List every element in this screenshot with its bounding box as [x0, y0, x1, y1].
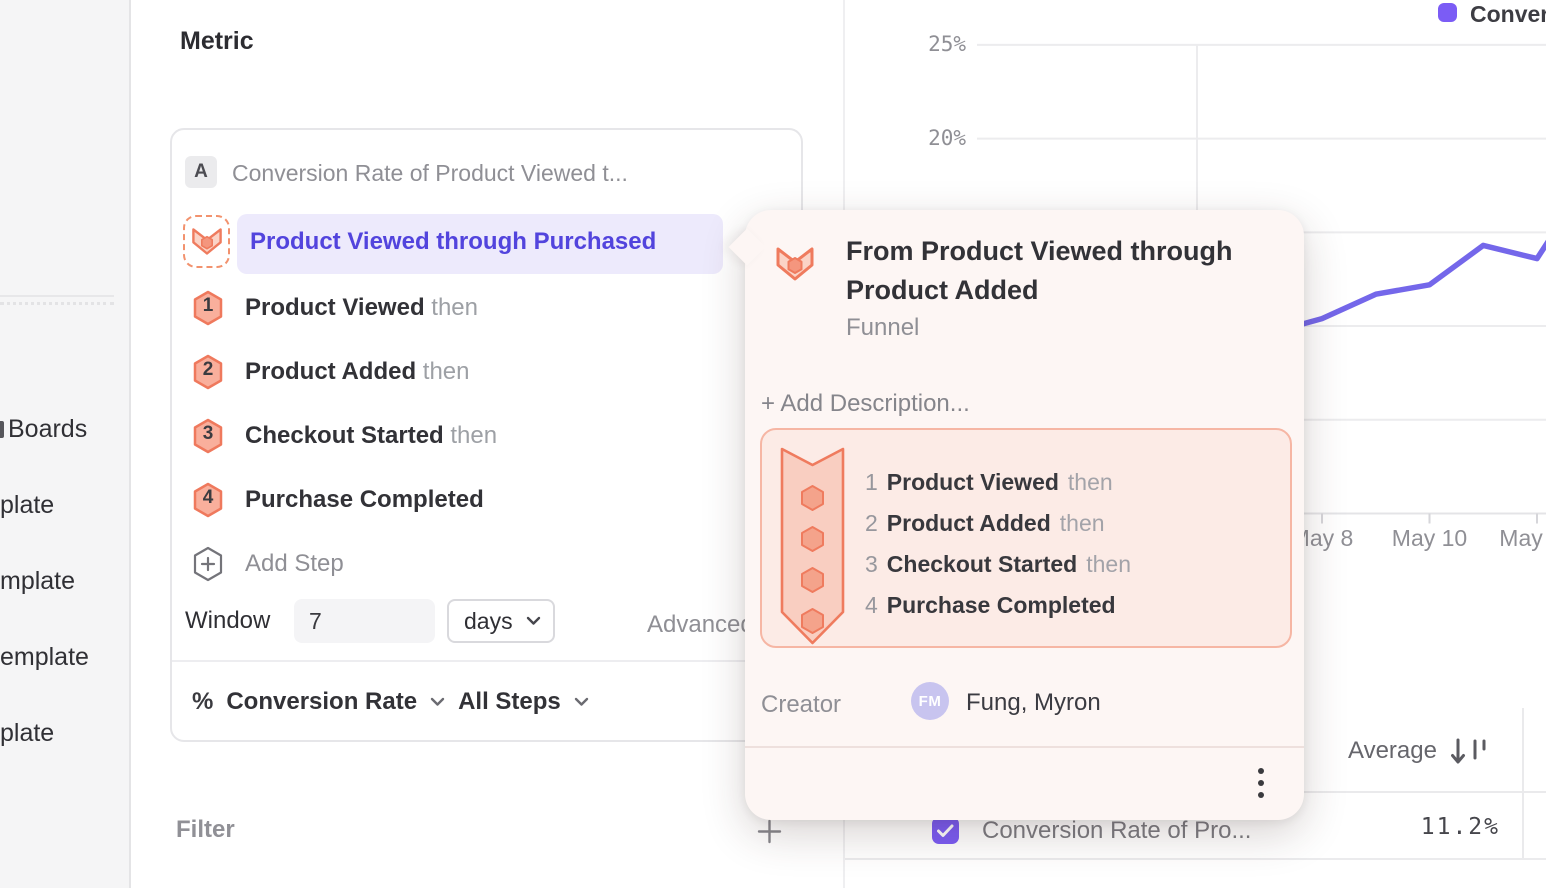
add-step-button[interactable]: Add Step	[245, 550, 344, 578]
step-3-label[interactable]: Checkout Started then	[245, 422, 497, 450]
table-column-divider	[1522, 708, 1524, 860]
legend-swatch	[1438, 3, 1457, 22]
funnel-icon-selected[interactable]	[183, 215, 230, 268]
creator-name: Fung, Myron	[966, 689, 1101, 717]
popover-step-2: 2Product Addedthen	[865, 510, 1105, 537]
funnel-shield-icon	[191, 227, 223, 256]
average-header-label: Average	[1348, 737, 1437, 765]
row-checkbox[interactable]	[932, 817, 959, 844]
app-root: { "colors": { "accent_purple": "#7b5cf5"…	[0, 0, 1546, 888]
sort-descending-icon[interactable]	[1451, 737, 1489, 765]
window-input[interactable]	[294, 599, 435, 643]
step-4-label[interactable]: Purchase Completed	[245, 486, 484, 514]
chevron-down-icon	[526, 616, 541, 626]
selected-funnel-name[interactable]: Product Viewed through Purchased	[250, 228, 656, 256]
sidebar-item-template-4[interactable]: plate	[0, 719, 54, 747]
window-unit-select[interactable]: days	[447, 599, 555, 643]
chevron-down-icon[interactable]	[574, 697, 589, 707]
funnel-ribbon-icon	[779, 445, 846, 652]
sidebar-divider	[0, 295, 114, 297]
card-divider	[172, 660, 801, 662]
y-axis-label: 20%	[876, 126, 966, 150]
window-label: Window	[185, 607, 270, 635]
step-4-badge: 4	[192, 482, 224, 518]
add-step-icon[interactable]	[192, 546, 224, 587]
sidebar-dotted-divider	[0, 302, 114, 305]
funnel-detail-popover: From Product Viewed through Product Adde…	[745, 210, 1304, 820]
step-1-badge: 1	[192, 290, 224, 326]
plus-icon	[756, 818, 783, 845]
sidebar-item-boards[interactable]: Boards	[8, 415, 87, 443]
table-row-label[interactable]: Conversion Rate of Pro...	[982, 817, 1251, 845]
add-description-button[interactable]: + Add Description...	[761, 390, 970, 418]
advanced-link[interactable]: Advanced	[647, 611, 754, 639]
add-filter-button[interactable]	[756, 818, 783, 850]
metric-section-heading: Metric	[180, 27, 254, 56]
filter-section-heading: Filter	[176, 816, 235, 844]
sidebar-item-template-2[interactable]: mplate	[0, 567, 75, 595]
series-letter-badge: A	[185, 156, 217, 188]
popover-step-1: 1Product Viewedthen	[865, 469, 1113, 496]
funnel-steps-card: 1Product Viewedthen 2Product Addedthen 3…	[760, 428, 1292, 648]
metric-card-footer: % Conversion Rate All Steps	[192, 688, 589, 716]
avatar: FM	[911, 682, 949, 720]
step-2-badge: 2	[192, 354, 224, 390]
legend-label: Conversion Rate of Pro...	[1470, 1, 1546, 28]
popover-step-3: 3Checkout Startedthen	[865, 551, 1131, 578]
sidebar-item-template-1[interactable]: plate	[0, 491, 54, 519]
step-2-label[interactable]: Product Added then	[245, 358, 470, 386]
chevron-down-icon[interactable]	[430, 697, 445, 707]
boards-icon	[0, 421, 4, 438]
popover-divider	[745, 746, 1304, 748]
series-title[interactable]: Conversion Rate of Product Viewed t...	[232, 160, 628, 187]
check-icon	[937, 824, 954, 838]
step-1-label[interactable]: Product Viewed then	[245, 294, 478, 322]
popover-title: From Product Viewed through Product Adde…	[846, 232, 1276, 310]
all-steps-dropdown[interactable]: All Steps	[458, 688, 561, 716]
popover-step-4: 4Purchase Completed	[865, 592, 1116, 619]
metric-card: A Conversion Rate of Product Viewed t...…	[170, 128, 803, 742]
sidebar-item-template-3[interactable]: emplate	[0, 643, 89, 671]
percent-symbol: %	[192, 688, 213, 716]
table-row-value: 11.2%	[1380, 814, 1500, 840]
popover-type-label: Funnel	[846, 314, 919, 342]
funnel-shield-icon	[775, 246, 815, 287]
creator-label: Creator	[761, 691, 841, 719]
sidebar: Boards plate mplate emplate plate	[0, 0, 131, 888]
step-3-badge: 3	[192, 418, 224, 454]
conversion-rate-dropdown[interactable]: Conversion Rate	[226, 688, 417, 716]
more-options-button[interactable]	[1254, 768, 1268, 808]
table-row-divider	[845, 858, 1546, 860]
table-average-header[interactable]: Average	[1348, 737, 1489, 765]
x-axis-label: May 12	[1472, 525, 1546, 552]
y-axis-label: 25%	[876, 32, 966, 56]
